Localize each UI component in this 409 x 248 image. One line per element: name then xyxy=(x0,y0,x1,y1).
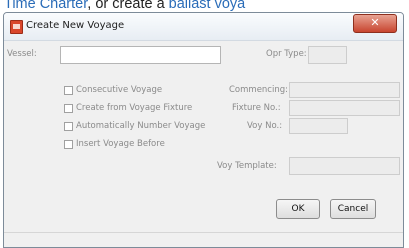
title-bar[interactable]: Create New Voyage ✕ xyxy=(4,13,403,41)
auto-number-label: Automatically Number Voyage xyxy=(76,121,206,131)
cancel-button[interactable]: Cancel xyxy=(330,199,376,219)
opr-type-field xyxy=(308,46,347,64)
fixture-no-field xyxy=(289,100,400,116)
ballast-voyage-link[interactable]: ballast voya xyxy=(169,0,246,12)
opr-type-label: Opr Type: xyxy=(266,49,307,59)
voy-no-field xyxy=(289,118,348,134)
create-new-voyage-dialog: Create New Voyage ✕ Vessel: Opr Type: Co… xyxy=(3,12,404,248)
vessel-label: Vessel: xyxy=(7,49,37,59)
status-bar xyxy=(4,232,403,247)
doc-text: , or create a xyxy=(87,0,169,12)
voy-no-label: Voy No.: xyxy=(247,121,283,131)
consecutive-voyage-checkbox[interactable] xyxy=(64,86,73,95)
insert-before-label: Insert Voyage Before xyxy=(76,139,165,149)
create-from-fixture-label: Create from Voyage Fixture xyxy=(76,103,193,113)
commencing-field xyxy=(289,82,400,98)
app-icon xyxy=(10,20,23,34)
insert-before-checkbox[interactable] xyxy=(64,140,73,149)
voy-template-label: Voy Template: xyxy=(217,161,277,171)
commencing-label: Commencing: xyxy=(229,85,288,95)
fixture-no-label: Fixture No.: xyxy=(232,103,281,113)
time-charter-link[interactable]: Time Charter xyxy=(4,0,87,12)
ok-button[interactable]: OK xyxy=(276,199,320,219)
dialog-title: Create New Voyage xyxy=(26,20,125,31)
vessel-input[interactable] xyxy=(60,46,221,64)
create-from-fixture-checkbox[interactable] xyxy=(64,104,73,113)
auto-number-checkbox[interactable] xyxy=(64,122,73,131)
consecutive-voyage-label: Consecutive Voyage xyxy=(76,85,163,95)
close-button[interactable]: ✕ xyxy=(353,14,397,33)
voy-template-field xyxy=(289,157,400,175)
